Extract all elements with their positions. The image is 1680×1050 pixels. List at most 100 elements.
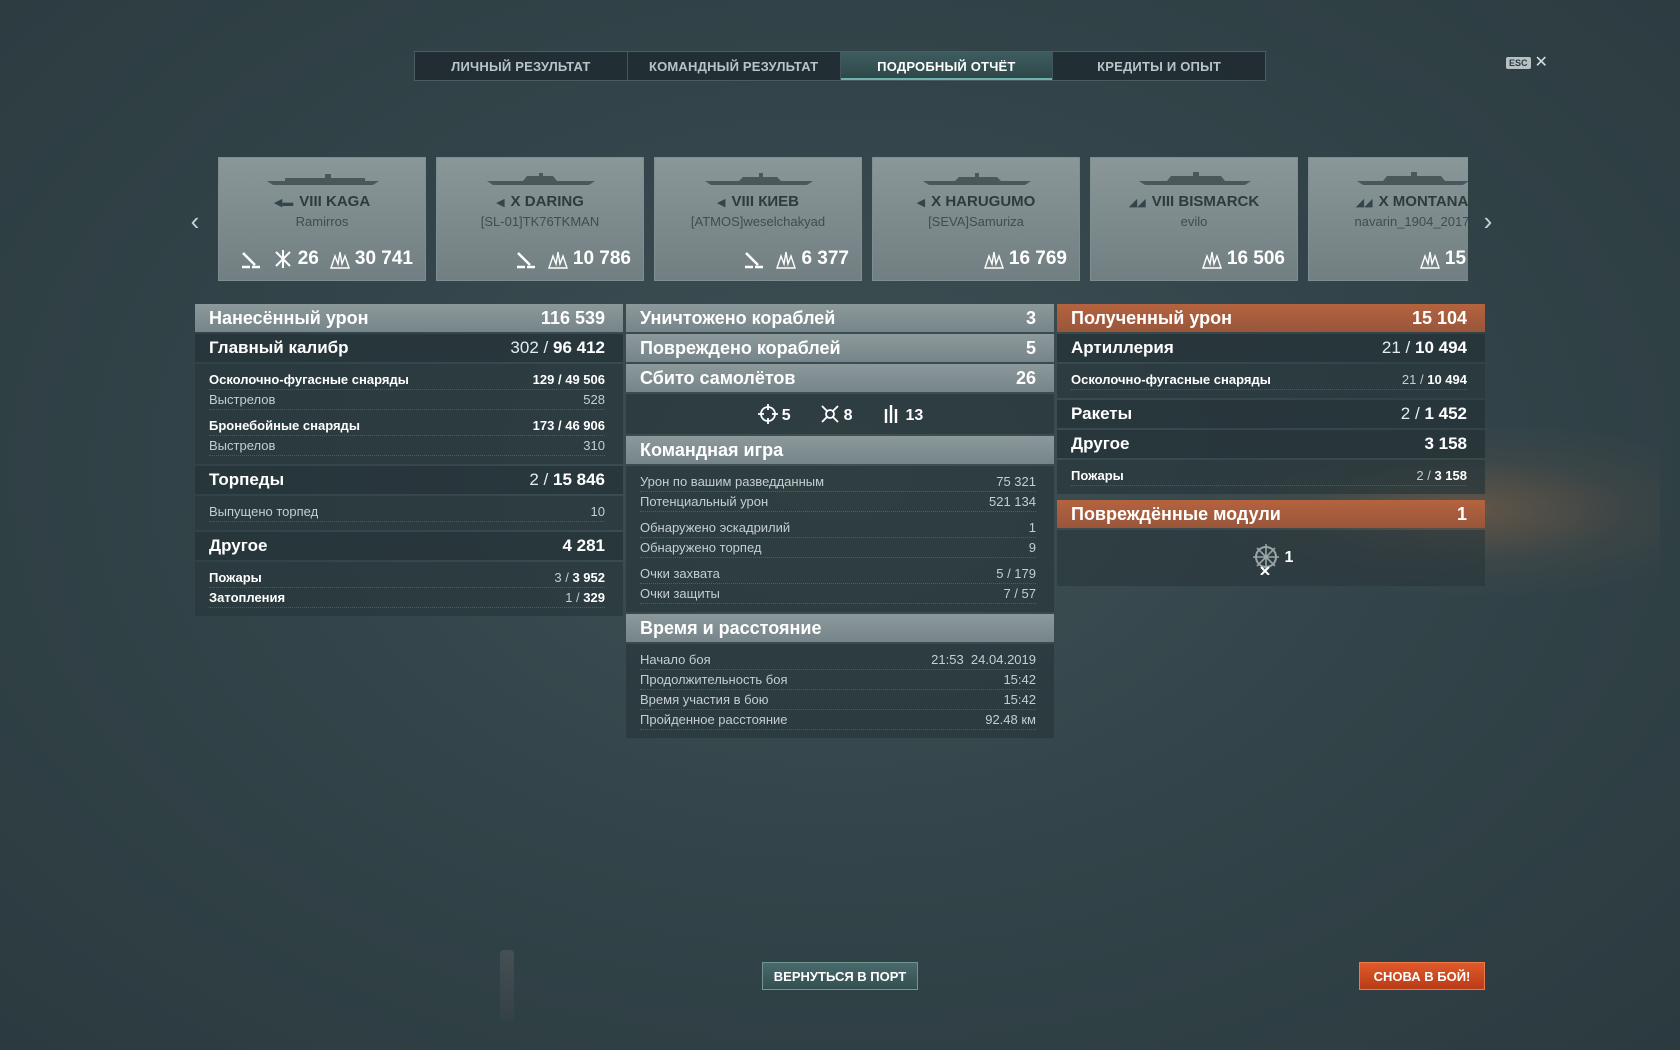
ship-silhouette-icon [1139, 172, 1251, 185]
ship-name: KAGA [325, 193, 371, 210]
damage-value: 15 859 [1444, 248, 1468, 269]
player-name: [ATMOS]weselchakyad [690, 214, 826, 229]
participation-time-row: Время участия в бою 15:42 [640, 690, 1036, 710]
battle-again-button[interactable]: СНОВА В БОЙ! [1359, 962, 1485, 990]
ship-silhouette-icon [705, 173, 813, 185]
ship-tier: X [1378, 193, 1389, 210]
damage-dealt-panel: Нанесённый урон 116 539 Главный калибр 3… [195, 304, 623, 618]
esc-key-badge: ESC [1506, 57, 1531, 69]
torpedoes-header: Торпеды 2 / 15 846 [195, 466, 623, 494]
fighter-kill-icon [820, 405, 839, 423]
potential-damage-row: Потенциальный урон 521 134 [640, 492, 1036, 512]
main-battery-header: Главный калибр 302 / 96 412 [195, 334, 623, 362]
damage-received-panel: Полученный урон 15 104 Артиллерия 21 / 1… [1057, 304, 1485, 586]
received-fires-row: Пожары 2 / 3 158 [1071, 466, 1467, 486]
planes-killed-value: 26 [297, 248, 319, 269]
tab-team-result[interactable]: КОМАНДНЫЙ РЕЗУЛЬТАТ [628, 52, 841, 80]
distance-traveled-row: Пройденное расстояние 92.48 км [640, 710, 1036, 730]
ship-card-kiev[interactable]: ◀ VIII КИЕВ [ATMOS]weselchakyad 6 377 [654, 157, 862, 281]
damaged-modules-breakdown: 1 [1057, 530, 1485, 586]
battle-start-row: Начало боя 21:53 24.04.2019 [640, 650, 1036, 670]
torpedoes-launched-row: Выпущено торпед 10 [209, 502, 605, 522]
damage-icon [1201, 251, 1222, 269]
ship-tier: VIII [1151, 193, 1175, 210]
torpedo-hit-icon [745, 252, 764, 269]
capture-points-row: Очки захвата 5 / 179 [640, 564, 1036, 584]
team-play-details: Урон по вашим разведданным 75 321 Потенци… [626, 466, 1054, 612]
close-icon[interactable]: ✕ [1535, 55, 1548, 71]
ship-silhouette-icon [487, 173, 595, 185]
floods-row: Затопления 1 / 329 [209, 588, 605, 608]
received-other-header: Другое 3 158 [1057, 430, 1485, 458]
prev-ship-arrow-icon[interactable]: ‹ [185, 206, 205, 237]
squadrons-spotted-row: Обнаружено эскадрилий 1 [640, 518, 1036, 538]
team-play-header: Командная игра [626, 436, 1054, 464]
damage-icon [329, 251, 350, 269]
defense-points-row: Очки защиты 7 / 57 [640, 584, 1036, 604]
damage-value: 30 741 [354, 248, 413, 269]
esc-close-button[interactable]: ESC ✕ [1506, 55, 1548, 71]
destroyer-class-icon: ◀ [496, 197, 505, 209]
tab-personal-result[interactable]: ЛИЧНЫЙ РЕЗУЛЬТАТ [415, 52, 628, 80]
received-he-row: Осколочно-фугасные снаряды 21 / 10 494 [1071, 370, 1467, 390]
ships-damaged-header: Повреждено кораблей 5 [626, 334, 1054, 362]
planes-shot-down-header: Сбито самолётов 26 [626, 364, 1054, 392]
ship-card-daring[interactable]: ◀ X DARING [SL-01]TK76TKMAN 10 786 [436, 157, 644, 281]
ship-silhouette-icon [267, 174, 379, 185]
carrier-class-icon: ◀▬ [273, 197, 294, 209]
ship-name: MONTANA [1392, 193, 1468, 210]
torpedoes-details: Выпущено торпед 10 [195, 496, 623, 530]
torpedo-hit-icon [516, 252, 535, 269]
player-name: [SEVA]Samuriza [928, 214, 1024, 229]
player-name: navarin_1904_2017 [1354, 214, 1468, 229]
damage-value: 16 769 [1008, 248, 1067, 269]
ship-silhouette-icon [1357, 172, 1468, 185]
time-distance-header: Время и расстояние [626, 614, 1054, 642]
tab-credits-xp[interactable]: КРЕДИТЫ И ОПЫТ [1053, 52, 1265, 80]
tab-detailed-report[interactable]: ПОДРОБНЫЙ ОТЧЁТ [840, 52, 1054, 80]
plane-kill-icon [275, 250, 291, 268]
damage-icon [547, 251, 568, 269]
fires-row: Пожары 3 / 3 952 [209, 568, 605, 588]
background-buoy [500, 950, 514, 1020]
ship-cards-carousel: ◀▬ VIII KAGA Ramirros 26 30 741 ◀ X DARING… [218, 157, 1468, 281]
he-shots-row: Выстрелов 528 [209, 390, 605, 410]
torpedoes-spotted-row: Обнаружено торпед 9 [640, 538, 1036, 558]
time-distance-details: Начало боя 21:53 24.04.2019 Продолжительн… [626, 644, 1054, 738]
other-damage-header: Другое 4 281 [195, 532, 623, 560]
destroyer-class-icon: ◀ [916, 197, 926, 209]
damage-icon [776, 251, 797, 269]
steering-module-icon [1252, 544, 1279, 575]
damage-icon [1419, 251, 1440, 269]
damage-value: 6 377 [801, 248, 849, 269]
ships-destroyed-header: Уничтожено кораблей 3 [626, 304, 1054, 332]
ship-tier: VIII [299, 193, 322, 210]
ap-shots-row: Выстрелов 310 [209, 436, 605, 456]
torpedo-hit-icon [241, 252, 260, 269]
ship-card-harugumo[interactable]: ◀ X HARUGUMO [SEVA]Samuriza 16 769 [872, 157, 1080, 281]
damage-dealt-header: Нанесённый урон 116 539 [195, 304, 623, 332]
battleship-class-icon: ◢◢ [1355, 197, 1373, 209]
ship-tier: VIII [731, 193, 755, 210]
other-damage-details: Пожары 3 / 3 952 Затопления 1 / 329 [195, 562, 623, 616]
combat-summary-panel: Уничтожено кораблей 3 Повреждено корабле… [626, 304, 1054, 740]
battleship-class-icon: ◢◢ [1128, 197, 1146, 209]
ship-card-montana[interactable]: ◢◢ X MONTANA navarin_1904_2017 15 859 [1308, 157, 1468, 281]
spotting-damage-row: Урон по вашим разведданным 75 321 [640, 472, 1036, 492]
flak-icon [884, 405, 897, 423]
ship-tier: X [931, 193, 942, 210]
damage-icon [983, 251, 1004, 269]
received-other-details: Пожары 2 / 3 158 [1057, 460, 1485, 494]
plane-kill-breakdown: 5 8 13 [626, 394, 1054, 434]
damage-value: 16 506 [1226, 248, 1285, 269]
damage-value: 10 786 [572, 248, 631, 269]
next-ship-arrow-icon[interactable]: › [1478, 206, 1498, 237]
return-to-port-button[interactable]: ВЕРНУТЬСЯ В ПОРТ [762, 962, 918, 990]
destroyer-class-icon: ◀ [717, 197, 726, 209]
ship-card-bismarck[interactable]: ◢◢ VIII BISMARCK evilo 16 506 [1090, 157, 1298, 281]
ship-name: BISMARCK [1178, 193, 1260, 210]
crosshair-icon [757, 404, 778, 424]
ship-card-kaga[interactable]: ◀▬ VIII KAGA Ramirros 26 30 741 [218, 157, 426, 281]
player-name: Ramirros [295, 214, 349, 229]
damaged-modules-header: Повреждённые модули 1 [1057, 500, 1485, 528]
